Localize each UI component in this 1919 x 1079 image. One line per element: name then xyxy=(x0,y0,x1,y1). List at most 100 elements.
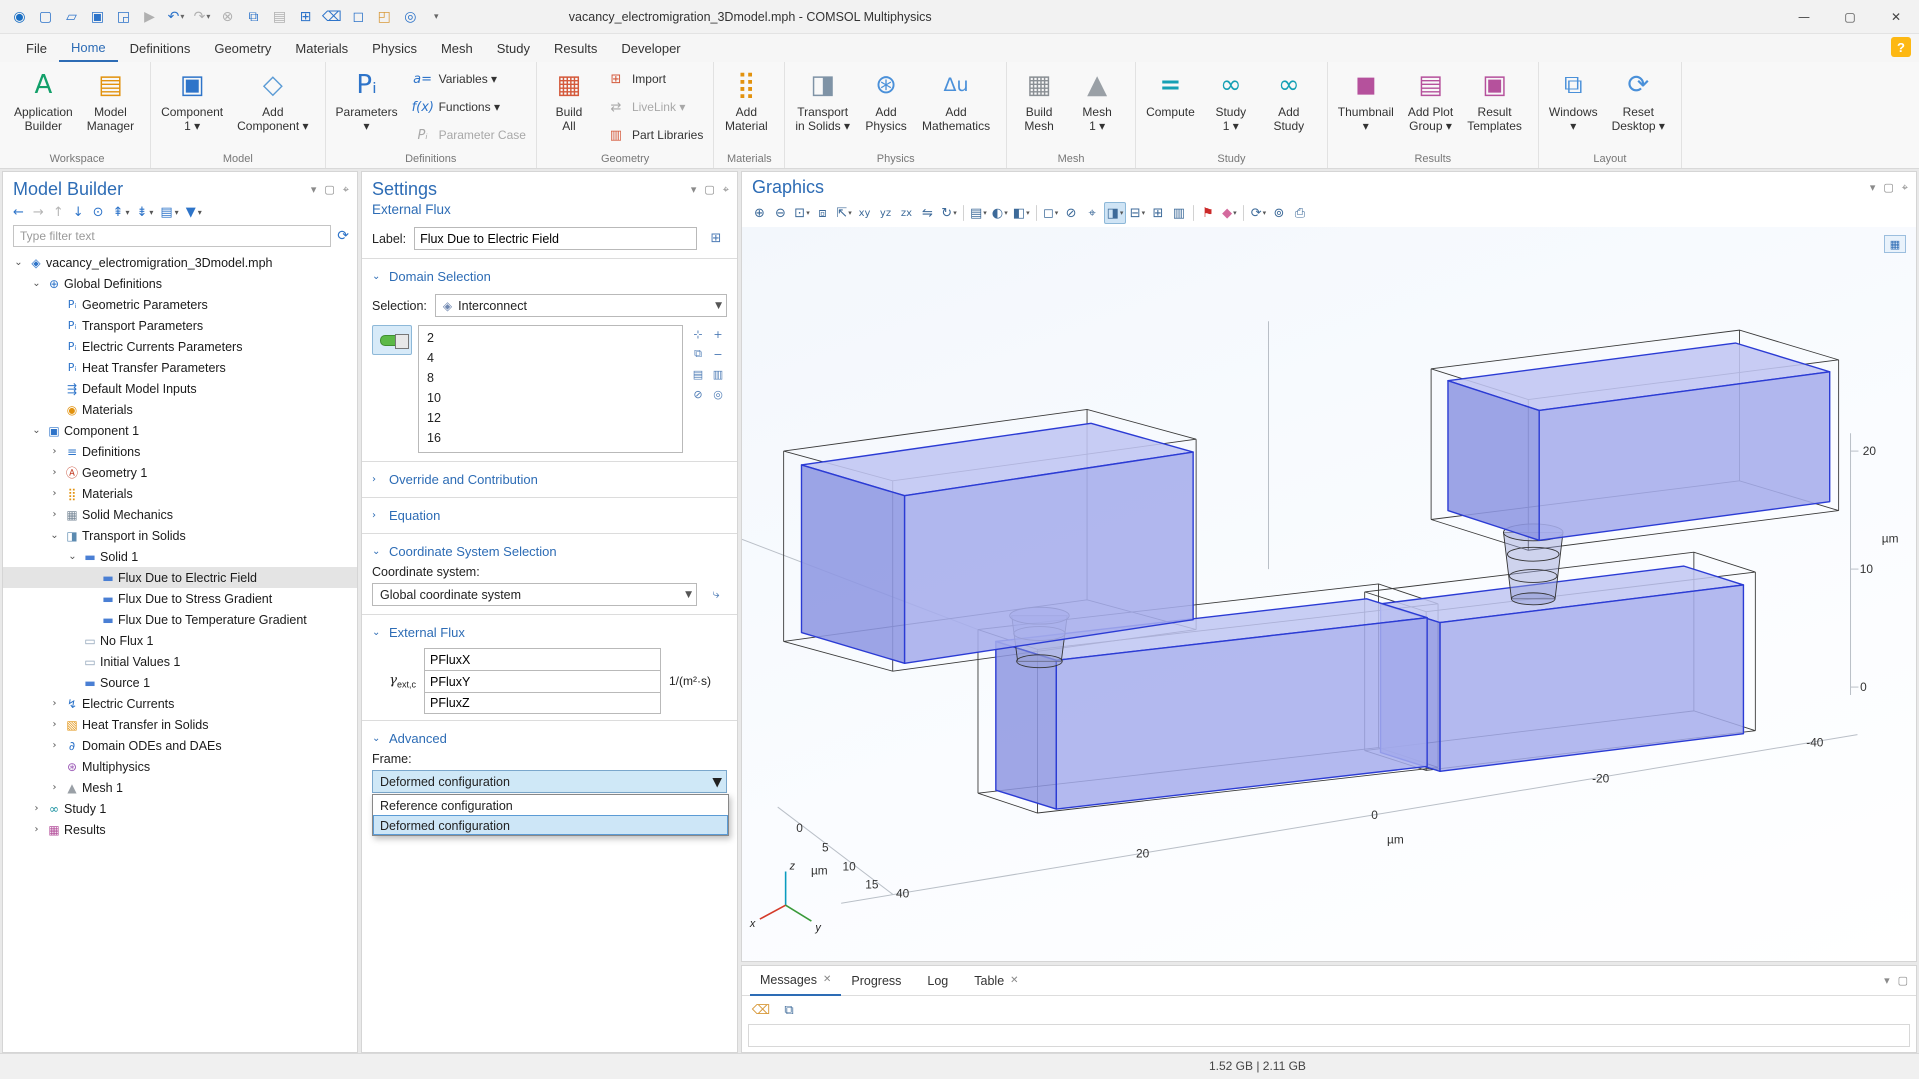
back-icon[interactable]: ← xyxy=(13,205,26,220)
tree-node[interactable]: ▭ Initial Values 1 xyxy=(3,651,357,672)
expander-icon[interactable]: › xyxy=(47,740,62,751)
tree-node[interactable]: › ≡ Definitions xyxy=(3,441,357,462)
paste-icon[interactable]: ▤ xyxy=(268,5,292,29)
coordinate-system-dropdown[interactable]: Global coordinate system ▼ xyxy=(372,583,697,606)
tree-node[interactable]: › ∞ Study 1 xyxy=(3,798,357,819)
section-coordinate-system[interactable]: ⌄ Coordinate System Selection xyxy=(362,538,737,565)
expander-icon[interactable]: ⌄ xyxy=(47,530,62,541)
functions-button[interactable]: f(x) Functions ▾ xyxy=(408,95,530,119)
hide-geometry-icon[interactable]: ◆ ▾ xyxy=(1219,202,1239,224)
add-material-button[interactable]: ⣿ Add Material xyxy=(718,64,774,150)
menu-tab[interactable]: File xyxy=(14,34,59,62)
duplicate-icon[interactable]: ⊞ xyxy=(294,5,318,29)
model-manager-button[interactable]: ▤ Model Manager xyxy=(81,64,140,150)
divider[interactable] xyxy=(963,205,964,221)
parameters-button[interactable]: Pᵢ Parameters ▾ xyxy=(330,64,404,150)
domain-list-item[interactable]: 2 xyxy=(419,328,682,348)
menu-arrow-icon[interactable]: ▾ xyxy=(311,183,317,197)
frame-option[interactable]: Reference configuration xyxy=(373,795,728,815)
close-tab-icon[interactable]: ✕ xyxy=(823,974,831,985)
show-icon[interactable]: ⊙ xyxy=(93,205,106,220)
build-mesh-button[interactable]: ▦ Build Mesh xyxy=(1011,64,1067,150)
tree-node[interactable]: ⇶ Default Model Inputs xyxy=(3,378,357,399)
info-tab[interactable]: Table ✕ xyxy=(964,966,1028,996)
expander-icon[interactable]: ⌄ xyxy=(11,257,26,268)
domain-list-item[interactable]: 16 xyxy=(419,428,682,448)
zoom-in-icon[interactable]: ⊕ xyxy=(750,202,770,224)
customize-qat-icon[interactable]: ▾ xyxy=(425,5,449,29)
tree-node[interactable]: Pᵢ Heat Transfer Parameters xyxy=(3,357,357,378)
menu-arrow-icon[interactable]: ▾ xyxy=(1884,974,1890,987)
pin-icon[interactable]: ⌖ xyxy=(723,183,729,197)
compute-button[interactable]: = Compute xyxy=(1140,64,1201,150)
pin-icon[interactable]: ⌖ xyxy=(1902,181,1908,195)
import-button[interactable]: ⊞ Import xyxy=(601,67,707,91)
expander-icon[interactable]: › xyxy=(47,467,62,478)
refresh-view-icon[interactable]: ⟳ ▾ xyxy=(1248,202,1268,224)
section-external-flux[interactable]: ⌄ External Flux xyxy=(362,619,737,646)
expander-icon[interactable]: › xyxy=(47,446,62,457)
section-advanced[interactable]: ⌄ Advanced xyxy=(362,725,737,752)
tree-node[interactable]: › ⣿ Materials xyxy=(3,483,357,504)
tree-node[interactable]: ⌄ ◨ Transport in Solids xyxy=(3,525,357,546)
divider[interactable] xyxy=(1193,205,1194,221)
add-to-selection-icon[interactable]: + xyxy=(709,325,727,343)
tree-node[interactable]: ⌄ ⊕ Global Definitions xyxy=(3,273,357,294)
tree-node[interactable]: › ∂ Domain ODEs and DAEs xyxy=(3,735,357,756)
plot-window-icon[interactable]: ▦ xyxy=(1884,235,1906,253)
info-tab[interactable]: Progress xyxy=(841,966,917,996)
copy-icon[interactable]: ⧉ xyxy=(242,5,266,29)
node-text-icon[interactable]: ▤ ▾ xyxy=(160,205,178,220)
minimize-button[interactable]: — xyxy=(1781,0,1827,34)
tree-node[interactable]: ◉ Materials xyxy=(3,399,357,420)
float-icon[interactable]: ▢ xyxy=(1883,181,1893,195)
section-override[interactable]: › Override and Contribution xyxy=(362,466,737,493)
print-icon[interactable]: ⎙ xyxy=(1290,202,1310,224)
section-equation[interactable]: › Equation xyxy=(362,502,737,529)
paste-selection-icon[interactable]: ▤ xyxy=(689,365,707,383)
pin-icon[interactable]: ⌖ xyxy=(343,183,349,197)
open-file-icon[interactable]: ▱ xyxy=(60,5,84,29)
snapshot-icon[interactable]: ⊚ xyxy=(1269,202,1289,224)
tree-node[interactable]: ▬ Flux Due to Stress Gradient xyxy=(3,588,357,609)
tree-node[interactable]: › ▧ Heat Transfer in Solids xyxy=(3,714,357,735)
build-all-button[interactable]: ▦ Build All xyxy=(541,64,597,150)
menu-tab[interactable]: Results xyxy=(542,34,609,62)
comsol-logo-icon[interactable]: ◉ xyxy=(8,5,32,29)
menu-tab[interactable]: Definitions xyxy=(118,34,203,62)
expander-icon[interactable]: › xyxy=(47,488,62,499)
domain-list[interactable]: 248101216 xyxy=(418,325,683,453)
tree-node[interactable]: › ↯ Electric Currents xyxy=(3,693,357,714)
split-horizontal-icon[interactable]: ⊟ ▾ xyxy=(1127,202,1147,224)
close-tab-icon[interactable]: ✕ xyxy=(1010,975,1018,986)
zoom-to-selection-icon[interactable]: ◎ xyxy=(709,385,727,403)
tree-node[interactable]: ▭ No Flux 1 xyxy=(3,630,357,651)
close-button[interactable]: ✕ xyxy=(1873,0,1919,34)
run-icon[interactable]: ▶ xyxy=(138,5,162,29)
variables-button[interactable]: a= Variables ▾ xyxy=(408,67,530,91)
tree-node[interactable]: › ▦ Solid Mechanics xyxy=(3,504,357,525)
view-menu-icon[interactable]: ▤ ▾ xyxy=(968,202,989,224)
reset-desktop-button[interactable]: ⟳ Reset Desktop ▾ xyxy=(1606,64,1671,150)
expander-icon[interactable]: ⌄ xyxy=(29,425,44,436)
label-input[interactable] xyxy=(414,227,697,250)
menu-tab[interactable]: Study xyxy=(485,34,542,62)
delete-icon[interactable]: ⌫ xyxy=(320,5,345,29)
expander-icon[interactable]: › xyxy=(47,782,62,793)
menu-tab[interactable]: Materials xyxy=(283,34,360,62)
cut-icon[interactable]: ⊗ xyxy=(216,5,240,29)
tree-node[interactable]: › Ⓐ Geometry 1 xyxy=(3,462,357,483)
clear-selection-icon[interactable]: ◰ xyxy=(373,5,397,29)
mesh-1-button[interactable]: ▲ Mesh 1 ▾ xyxy=(1069,64,1125,150)
undo-icon[interactable]: ↶ ▾ xyxy=(164,5,188,29)
domain-list-item[interactable]: 4 xyxy=(419,348,682,368)
component-1-button[interactable]: ▣ Component 1 ▾ xyxy=(155,64,229,150)
add-physics-button[interactable]: ⊛ Add Physics xyxy=(858,64,914,150)
tree-node[interactable]: Pᵢ Geometric Parameters xyxy=(3,294,357,315)
windows-button[interactable]: ⧉ Windows ▾ xyxy=(1543,64,1604,150)
tree-node[interactable]: ▬ Flux Due to Temperature Gradient xyxy=(3,609,357,630)
color-theme-icon[interactable]: ◧ ▾ xyxy=(1011,202,1032,224)
split-vertical-icon[interactable]: ⊞ xyxy=(1148,202,1168,224)
menu-tab[interactable]: Physics xyxy=(360,34,429,62)
tree-node[interactable]: ⌄ ◈ vacancy_electromigration_3Dmodel.mph xyxy=(3,252,357,273)
